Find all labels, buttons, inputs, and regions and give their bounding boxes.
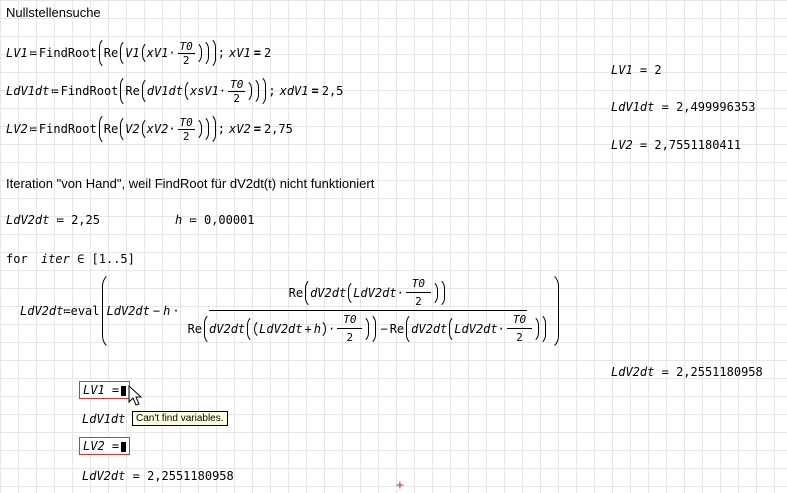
derivative-fraction: Re dV2dt LdV2dt · T0 2 Re dV2dt LdV2dt +…	[182, 276, 555, 347]
result-lv2[interactable]: LV2 = 2,7551180411	[611, 138, 741, 152]
error-tooltip: Can't find variables.	[132, 411, 228, 426]
result-ldv2dt[interactable]: LdV2dt = 2,2551180958	[611, 365, 763, 379]
section-title: Nullstellensuche	[6, 5, 101, 20]
result-lv1[interactable]: LV1 = 2	[611, 63, 662, 77]
check-lv2-error[interactable]: LV2 =	[79, 437, 131, 455]
findroot-lv1-definition[interactable]: LV1 ≔ FindRoot Re V1 xV1 · T0 2 ; xV1 = 2	[6, 37, 271, 69]
result-ldv1dt[interactable]: LdV1dt = 2,499996353	[611, 100, 756, 114]
newton-update-equation[interactable]: LdV2dt ≔ eval LdV2dt − h · Re dV2dt LdV2…	[20, 272, 561, 350]
findroot-ldv1dt-definition[interactable]: LdV1dt ≔ FindRoot Re dV1dt xsV1 · T0 2 ; …	[6, 75, 343, 107]
mouse-pointer-icon	[128, 385, 143, 406]
check-lv1-error[interactable]: LV1 =	[79, 381, 131, 399]
init-ldv2dt[interactable]: LdV2dt ≔ 2,25	[6, 213, 100, 227]
init-h[interactable]: h ≔ 0,00001	[175, 213, 255, 227]
placeholder-block	[121, 441, 127, 452]
findroot-lv2-definition[interactable]: LV2 ≔ FindRoot Re V2 xV2 · T0 2 ; xV2 = 2…	[6, 113, 293, 145]
placeholder-block	[121, 385, 127, 396]
check-ldv1dt[interactable]: LdV1dt	[82, 412, 125, 426]
check-ldv2dt[interactable]: LdV2dt = 2,2551180958	[82, 469, 234, 483]
iteration-note: Iteration "von Hand", weil FindRoot für …	[6, 176, 375, 191]
for-loop-header[interactable]: for iter ∈ [1..5]	[6, 252, 135, 266]
